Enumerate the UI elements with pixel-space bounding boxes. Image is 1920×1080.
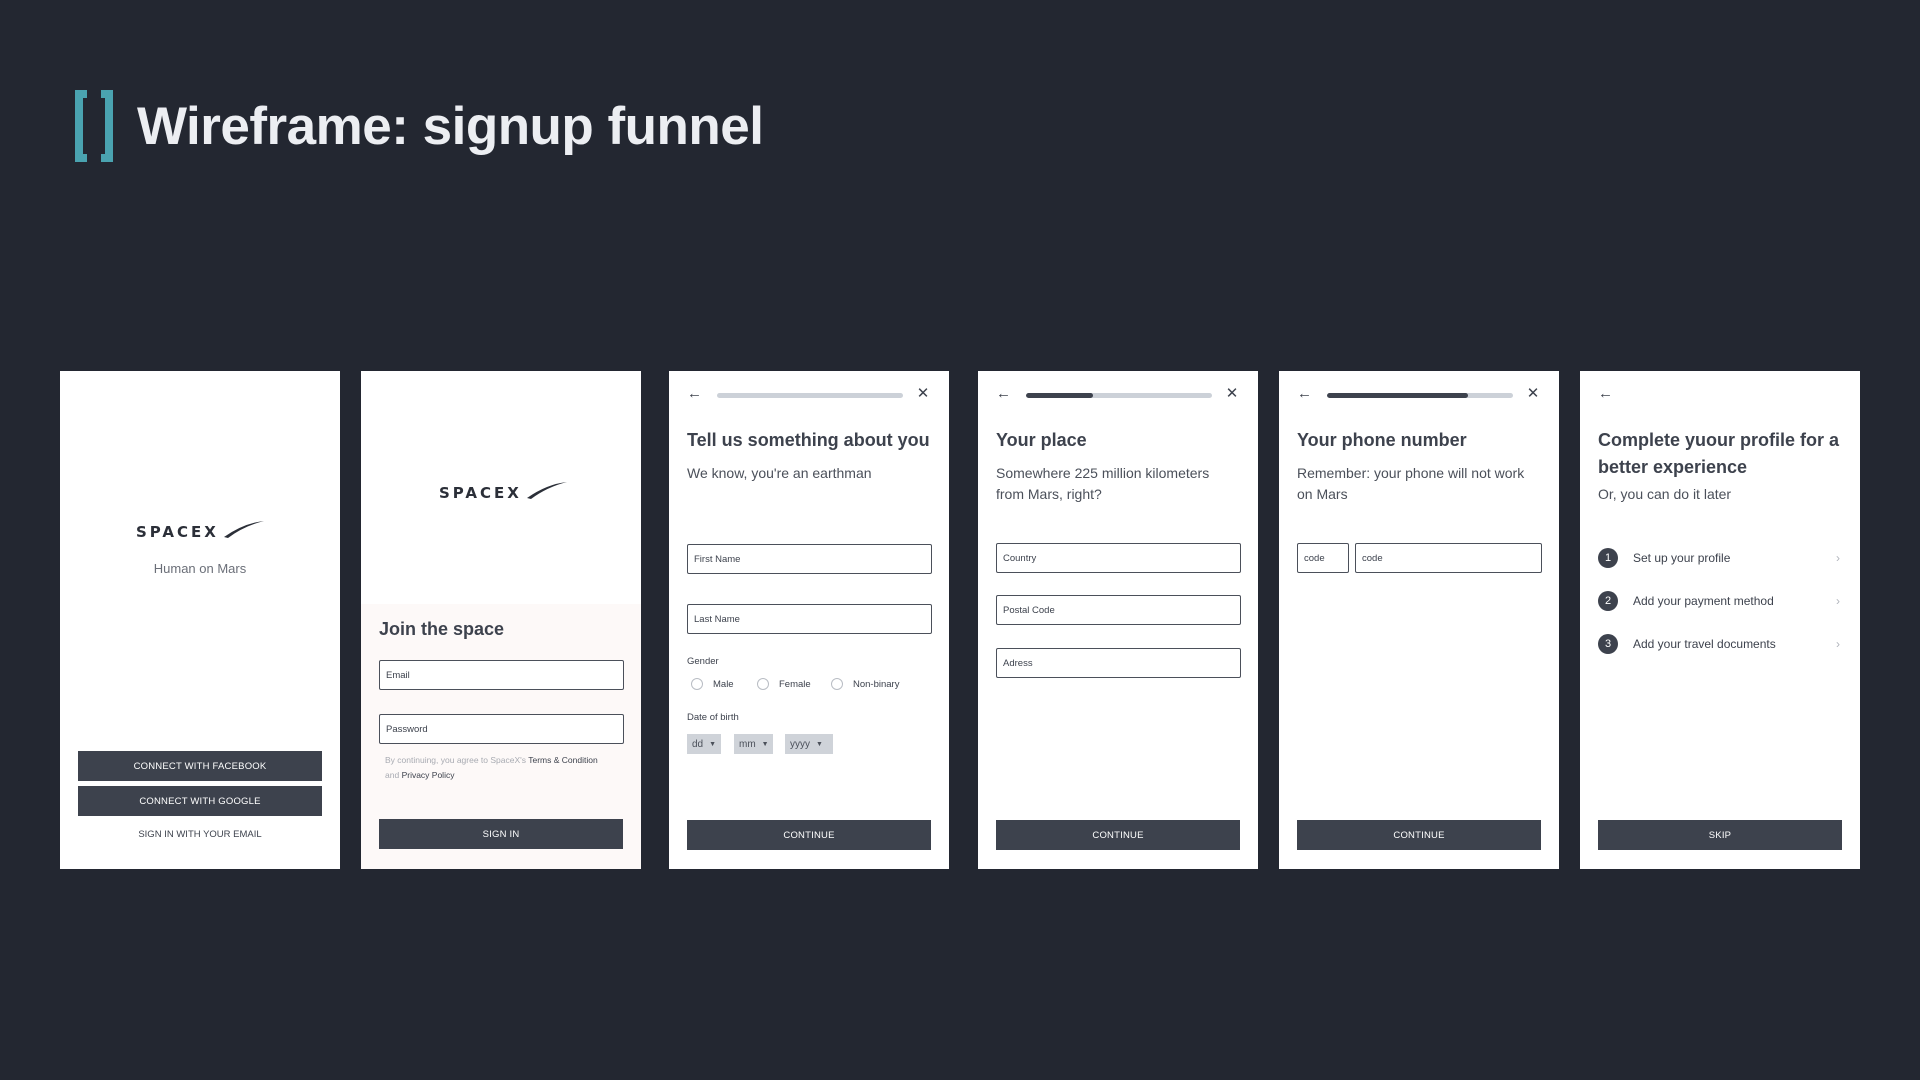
place-heading: Your place [996,430,1087,450]
svg-text:SPACEX: SPACEX [136,523,219,541]
caret-down-icon: ▼ [761,740,769,748]
radio-label: Male [713,678,734,690]
close-icon[interactable]: ✕ [915,386,931,402]
about-subtitle: We know, you're an earthman [687,465,872,481]
screen-join: SPACEX Join the space Email Password By … [361,371,641,869]
step-number: 1 [1598,548,1618,568]
radio-label: Non-binary [853,678,900,690]
connect-google-button[interactable]: CONNECT WITH GOOGLE [78,786,322,816]
close-icon[interactable]: ✕ [1525,386,1541,402]
step-number: 3 [1598,634,1618,654]
screen-place: ← ✕ Your place Somewhere 225 million kil… [978,371,1258,869]
country-field[interactable]: Country [996,543,1241,573]
gender-label: Gender [687,656,719,667]
caret-down-icon: ▼ [816,740,823,748]
radio-label: Female [779,678,811,690]
screen-welcome: SPACEX Human on Mars CONNECT WITH FACEBO… [60,371,340,869]
chevron-right-icon: › [1836,637,1840,651]
back-arrow-icon[interactable]: ← [1297,386,1313,402]
profile-subtitle: Or, you can do it later [1598,486,1732,502]
dob-label: Date of birth [687,712,739,723]
caret-down-icon: ▼ [709,740,717,748]
profile-heading: Complete yuour profile for a better expe… [1598,430,1840,477]
page-title: Wireframe: signup funnel [137,96,764,156]
gender-radio-non-binary[interactable]: Non-binary [831,678,899,690]
back-arrow-icon[interactable]: ← [996,386,1012,402]
sign-in-button[interactable]: SIGN IN [379,819,623,849]
about-heading: Tell us something about you [687,430,930,450]
phone-number-field[interactable]: code [1355,543,1542,573]
step-label: Set up your profile [1633,551,1731,565]
continue-button[interactable]: CONTINUE [1297,820,1541,850]
back-arrow-icon[interactable]: ← [1598,386,1614,402]
gender-radio-female[interactable]: Female [757,678,811,690]
progress-bar [717,393,903,398]
gender-radio-male[interactable]: Male [691,678,734,690]
continue-button[interactable]: CONTINUE [996,820,1240,850]
password-field[interactable]: Password [379,714,624,744]
legal-and: and [385,770,400,780]
place-subtitle: Somewhere 225 million kilometers from Ma… [996,465,1210,502]
radio-circle-icon [831,678,843,690]
address-field[interactable]: Adress [996,648,1241,678]
radio-circle-icon [691,678,703,690]
skip-button[interactable]: SKIP [1598,820,1842,850]
tagline: Human on Mars [153,561,247,576]
phone-subtitle: Remember: your phone will not work on Ma… [1297,465,1525,502]
dob-day-select[interactable]: dd ▼ [687,734,721,754]
svg-text:SPACEX: SPACEX [439,484,522,502]
step-label: Add your payment method [1633,594,1774,608]
step-travel-documents[interactable]: 3 Add your travel documents › [1598,634,1846,654]
legal-prefix: By continuing, you agree to SpaceX's [385,755,527,765]
progress-fill [1026,393,1093,398]
bracket-logo-icon [75,90,113,162]
phone-heading: Your phone number [1297,430,1467,450]
email-field[interactable]: Email [379,660,624,690]
first-name-field[interactable]: First Name [687,544,932,574]
chevron-right-icon: › [1836,594,1840,608]
step-payment-method[interactable]: 2 Add your payment method › [1598,591,1846,611]
join-heading: Join the space [379,619,505,639]
select-value: yyyy [790,738,810,750]
back-arrow-icon[interactable]: ← [687,386,703,402]
progress-fill [1327,393,1469,398]
screen-about: ← ✕ Tell us something about you We know,… [669,371,949,869]
page-header: Wireframe: signup funnel [75,88,764,164]
radio-circle-icon [757,678,769,690]
dob-month-select[interactable]: mm ▼ [734,734,773,754]
continue-button[interactable]: CONTINUE [687,820,931,850]
progress-bar [1026,393,1212,398]
select-value: dd [692,738,704,750]
spacex-logo: SPACEX [136,521,264,541]
step-setup-profile[interactable]: 1 Set up your profile › [1598,548,1846,568]
step-label: Add your travel documents [1633,637,1776,651]
join-panel: Join the space Email Password By continu… [361,604,641,869]
terms-link[interactable]: Terms & Condition [528,755,597,765]
chevron-right-icon: › [1836,551,1840,565]
legal-text: By continuing, you agree to SpaceX's Ter… [385,753,625,783]
progress-bar [1327,393,1513,398]
privacy-link[interactable]: Privacy Policy [402,770,455,780]
last-name-field[interactable]: Last Name [687,604,932,634]
close-icon[interactable]: ✕ [1224,386,1240,402]
screen-phone: ← ✕ Your phone number Remember: your pho… [1279,371,1559,869]
dob-year-select[interactable]: yyyy ▼ [785,734,833,754]
country-code-field[interactable]: code [1297,543,1349,573]
postal-code-field[interactable]: Postal Code [996,595,1241,625]
step-number: 2 [1598,591,1618,611]
connect-facebook-button[interactable]: CONNECT WITH FACEBOOK [78,751,322,781]
sign-in-email-link[interactable]: SIGN IN WITH YOUR EMAIL [60,829,340,840]
screen-profile: ← Complete yuour profile for a better ex… [1580,371,1860,869]
select-value: mm [739,738,756,750]
spacex-logo: SPACEX [439,482,567,502]
